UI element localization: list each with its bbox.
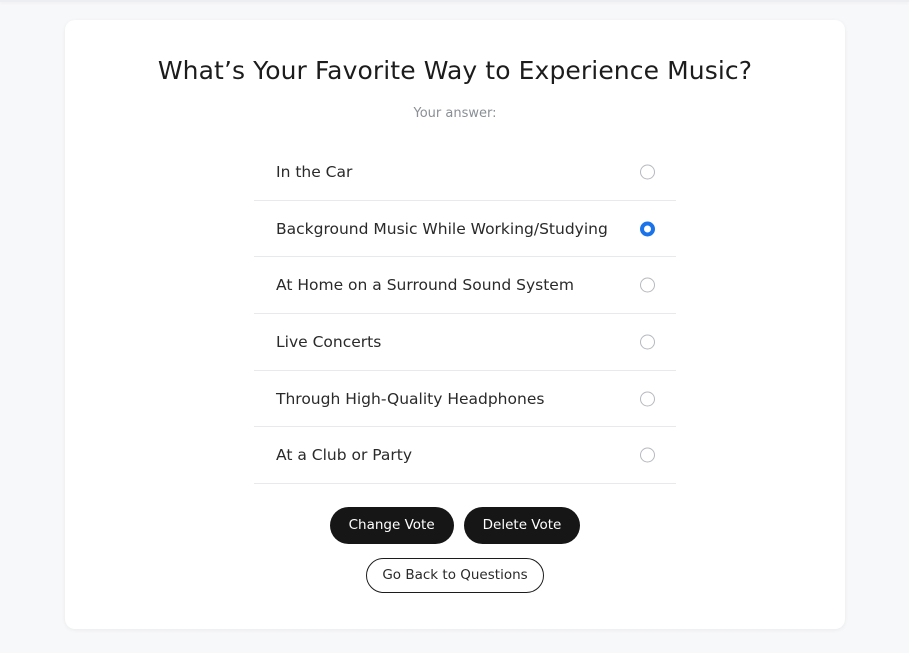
radio-button[interactable] [640, 164, 655, 180]
radio-button[interactable] [640, 334, 655, 350]
option-background-music[interactable]: Background Music While Working/Studying [254, 201, 676, 258]
option-live-concerts[interactable]: Live Concerts [254, 314, 676, 371]
option-in-the-car[interactable]: In the Car [254, 144, 676, 201]
vote-actions: Change Vote Delete Vote [65, 507, 845, 544]
option-label: Background Music While Working/Studying [276, 219, 608, 238]
option-surround-sound[interactable]: At Home on a Surround Sound System [254, 257, 676, 315]
radio-button-selected[interactable] [640, 221, 655, 237]
option-label: At Home on a Surround Sound System [276, 276, 574, 295]
delete-vote-button[interactable]: Delete Vote [463, 507, 581, 544]
options-list: In the Car Background Music While Workin… [254, 144, 676, 485]
option-label: Live Concerts [276, 332, 382, 351]
answer-label: Your answer: [413, 106, 497, 121]
change-vote-button[interactable]: Change Vote [329, 507, 454, 544]
go-back-button[interactable]: Go Back to Questions [366, 558, 544, 593]
top-bar [0, 0, 909, 2]
option-label: At a Club or Party [276, 446, 413, 465]
option-club-or-party[interactable]: At a Club or Party [254, 427, 676, 485]
poll-card: What’s Your Favorite Way to Experience M… [65, 20, 845, 629]
poll-question: What’s Your Favorite Way to Experience M… [157, 56, 753, 85]
option-label: In the Car [276, 162, 353, 181]
back-action: Go Back to Questions [65, 558, 845, 593]
radio-button[interactable] [640, 391, 655, 407]
option-headphones[interactable]: Through High-Quality Headphones [254, 371, 676, 428]
radio-button[interactable] [640, 277, 655, 293]
radio-button[interactable] [640, 447, 655, 463]
option-label: Through High-Quality Headphones [276, 389, 545, 408]
